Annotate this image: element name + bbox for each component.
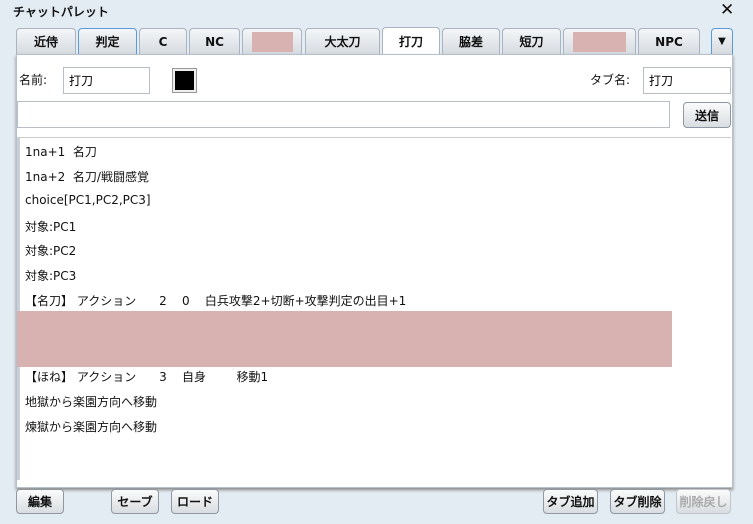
chat-input[interactable] xyxy=(17,101,670,128)
load-button[interactable]: ロード xyxy=(171,489,219,514)
window-title: チャットパレット xyxy=(13,5,109,19)
tab-wakizashi[interactable]: 脇差 xyxy=(442,28,500,54)
list-item[interactable]: 【ほね】 アクション 3 自身 移動1 xyxy=(25,368,268,385)
list-item[interactable]: choice[PC1,PC2,PC3] xyxy=(25,193,151,207)
color-picker[interactable] xyxy=(172,68,197,93)
delete-tab-button[interactable]: タブ削除 xyxy=(610,489,665,514)
tab-kinji[interactable]: 近侍 xyxy=(16,28,76,54)
redacted-block xyxy=(17,311,672,367)
list-item[interactable]: 1na+2 名刀/戦闘感覚 xyxy=(25,168,149,185)
list-item[interactable]: 地獄から楽園方向へ移動 xyxy=(25,393,157,410)
tab-redacted-1[interactable] xyxy=(242,28,302,54)
close-icon[interactable]: ✕ xyxy=(720,0,734,20)
undo-delete-button[interactable]: 削除戻し xyxy=(676,489,731,514)
redacted-block xyxy=(251,31,293,52)
tab-uchigatana[interactable]: 打刀 xyxy=(382,27,440,55)
list-item[interactable]: 対象:PC1 xyxy=(25,218,76,235)
tab-tanto[interactable]: 短刀 xyxy=(502,28,561,54)
tab-nc[interactable]: NC xyxy=(189,28,240,54)
tab-menu-dropdown-icon[interactable]: ▼ xyxy=(711,28,733,54)
tab-npc[interactable]: NPC xyxy=(638,28,700,54)
name-input[interactable] xyxy=(63,67,150,94)
name-label: 名前: xyxy=(19,73,48,87)
redacted-block xyxy=(573,31,626,52)
add-tab-button[interactable]: タブ追加 xyxy=(543,489,598,514)
tab-name-label: タブ名: xyxy=(590,73,631,87)
tab-name-input[interactable] xyxy=(643,67,731,94)
save-button[interactable]: セーブ xyxy=(111,489,159,514)
list-item[interactable]: 煉獄から楽園方向へ移動 xyxy=(25,418,157,435)
list-item[interactable]: 【名刀】 アクション 2 0 白兵攻撃2+切断+攻撃判定の出目+1 xyxy=(25,292,406,309)
edit-button[interactable]: 編集 xyxy=(16,489,64,514)
send-button[interactable]: 送信 xyxy=(683,102,731,128)
tab-redacted-2[interactable] xyxy=(563,28,636,54)
tab-odachi[interactable]: 大太刀 xyxy=(305,28,380,54)
tab-c[interactable]: C xyxy=(139,28,187,54)
list-item[interactable]: 1na+1 名刀 xyxy=(25,143,97,160)
list-item[interactable]: 対象:PC3 xyxy=(25,267,76,284)
list-item[interactable]: 対象:PC2 xyxy=(25,242,76,259)
tab-hantei[interactable]: 判定 xyxy=(78,28,137,54)
palette-list[interactable]: 1na+1 名刀 1na+2 名刀/戦闘感覚 choice[PC1,PC2,PC… xyxy=(17,137,731,480)
